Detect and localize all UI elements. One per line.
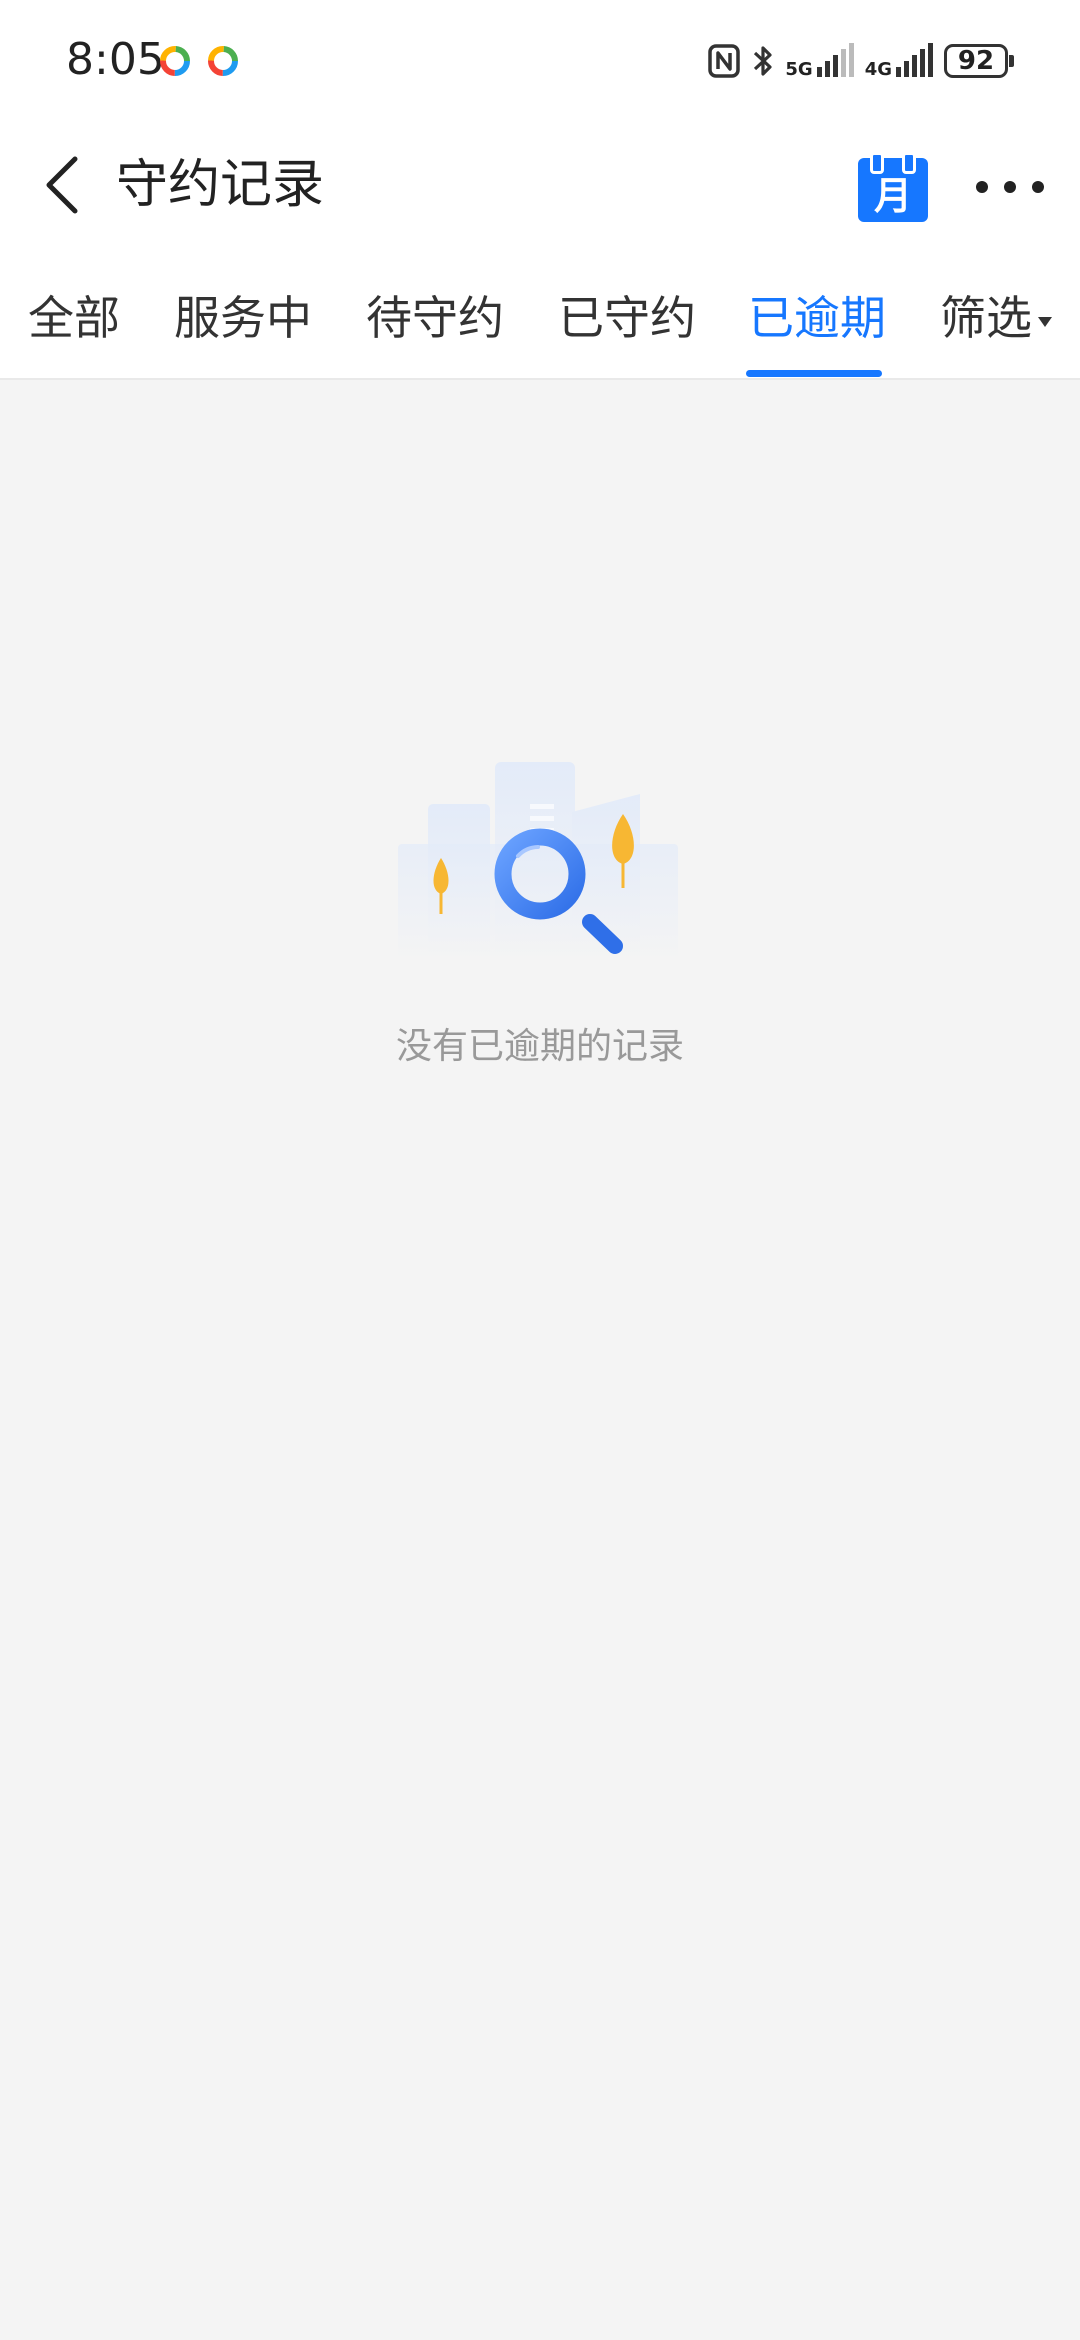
calendar-ring xyxy=(870,152,884,174)
nfc-icon xyxy=(708,44,741,78)
network-4g-label: 4G xyxy=(864,59,892,80)
magnifier-search-icon xyxy=(398,762,678,962)
back-arrow-icon xyxy=(46,156,78,214)
tab-bar: 全部 服务中 待守约 已守约 已逾期 筛选 xyxy=(0,270,1080,378)
status-indicators: 5G 4G 92 xyxy=(707,36,1014,86)
tab-overdue[interactable]: 已逾期 xyxy=(748,288,886,348)
back-button[interactable] xyxy=(30,152,96,218)
status-time: 8:05 xyxy=(66,34,165,85)
app-notification-icon xyxy=(160,46,190,76)
nav-bar: 守约记录 月 xyxy=(0,130,1080,240)
active-tab-indicator xyxy=(746,370,882,377)
bluetooth-icon xyxy=(754,46,772,76)
tab-in-service[interactable]: 服务中 xyxy=(174,288,312,348)
more-icon xyxy=(1004,181,1016,193)
tab-filter[interactable]: 筛选 xyxy=(940,288,1052,348)
battery-level: 92 xyxy=(944,44,1008,78)
network-5g-label: 5G xyxy=(785,59,813,80)
battery-icon: 92 xyxy=(944,44,1014,78)
battery-tip xyxy=(1009,55,1014,67)
calendar-button[interactable]: 月 xyxy=(858,152,928,222)
app-notification-icon xyxy=(208,46,238,76)
tab-kept[interactable]: 已守约 xyxy=(558,288,696,348)
network-5g: 5G xyxy=(785,43,854,79)
status-bar: 8:05 5G 4G 92 xyxy=(0,0,1080,120)
calendar-ring xyxy=(902,152,916,174)
signal-icon xyxy=(896,43,933,77)
more-icon xyxy=(976,181,988,193)
network-4g: 4G xyxy=(865,43,934,79)
page-title: 守约记录 xyxy=(116,155,325,215)
empty-state-message: 没有已逾期的记录 xyxy=(395,1026,684,1067)
more-button[interactable] xyxy=(970,152,1050,222)
dropdown-arrow-icon xyxy=(1038,316,1052,327)
tab-pending[interactable]: 待守约 xyxy=(366,288,504,348)
tab-all[interactable]: 全部 xyxy=(28,288,120,348)
signal-icon xyxy=(816,43,854,77)
filter-label: 筛选 xyxy=(940,291,1032,345)
more-icon xyxy=(1032,181,1044,193)
header-area: 8:05 5G 4G 92 守约记录 月 全部 服务中 待守约 已守约 已逾期 … xyxy=(0,0,1080,380)
calendar-icon: 月 xyxy=(858,158,928,222)
